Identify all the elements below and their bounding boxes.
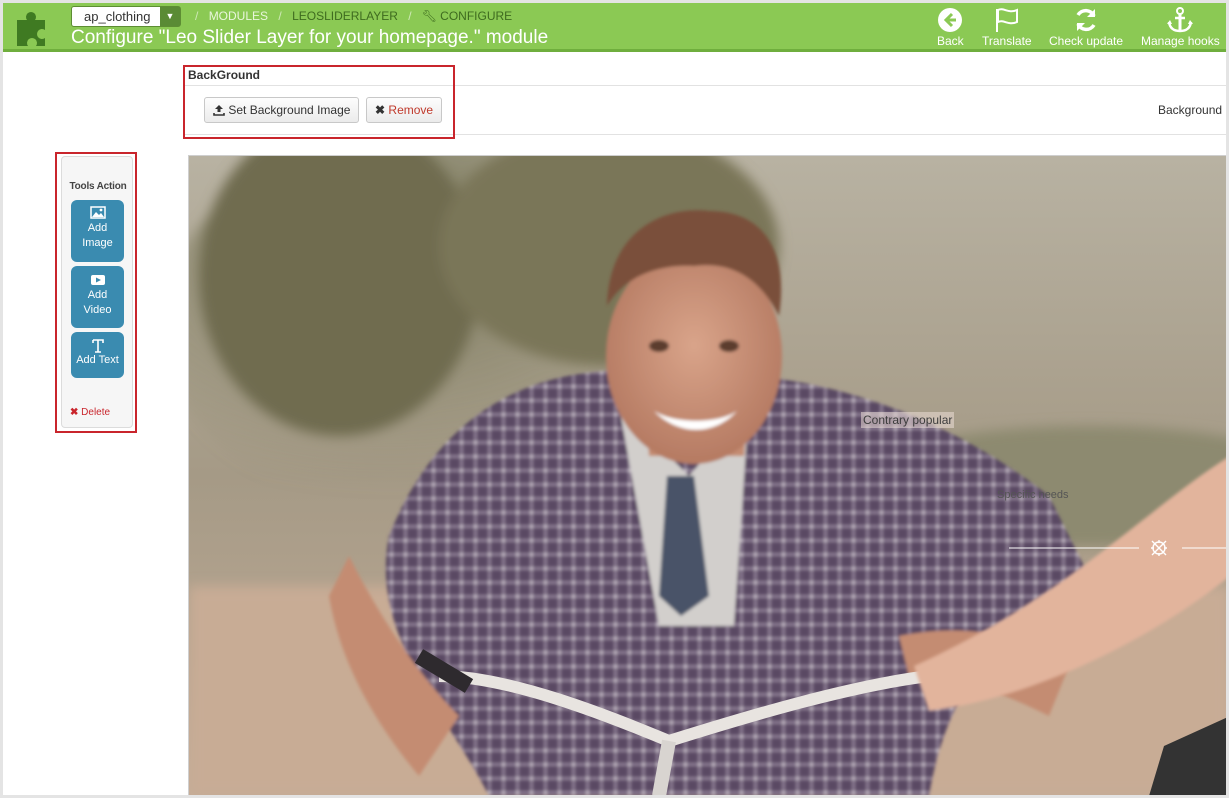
highlight-box-background (183, 65, 455, 139)
chevron-down-icon: ▼ (160, 7, 180, 26)
manage-hooks-button[interactable]: Manage hooks (1141, 7, 1220, 48)
breadcrumb: / MODULES / LEOSLIDERLAYER / 🔧︎ CONFIGURE (195, 9, 513, 23)
breadcrumb-configure: CONFIGURE (440, 9, 513, 23)
page-header: ap_clothing ▼ / MODULES / LEOSLIDERLAYER… (3, 3, 1226, 52)
breadcrumb-module[interactable]: LEOSLIDERLAYER (292, 9, 398, 23)
page-title: Configure "Leo Slider Layer for your hom… (71, 27, 549, 48)
manage-hooks-label: Manage hooks (1141, 34, 1220, 48)
app-window: ap_clothing ▼ / MODULES / LEOSLIDERLAYER… (3, 3, 1226, 795)
highlight-box-tools (55, 152, 137, 433)
translate-label: Translate (982, 34, 1032, 48)
back-arrow-icon (938, 8, 963, 32)
check-update-label: Check update (1049, 34, 1124, 48)
slider-canvas[interactable]: Contrary popular Specific needs (188, 155, 1226, 795)
breadcrumb-modules[interactable]: MODULES (209, 9, 268, 23)
back-button[interactable]: Back (937, 7, 964, 48)
wrench-icon: 🔧︎ (421, 9, 438, 23)
shop-select[interactable]: ap_clothing ▼ (71, 6, 181, 27)
translate-button[interactable]: Translate (982, 7, 1032, 48)
puzzle-logo-icon (17, 12, 45, 46)
shop-select-value: ap_clothing (84, 9, 151, 24)
text-layer[interactable]: Contrary popular (861, 412, 955, 428)
refresh-icon (1076, 8, 1096, 32)
back-label: Back (937, 34, 964, 48)
flag-icon (995, 8, 1018, 32)
text-layer[interactable]: Specific needs (997, 489, 1069, 501)
anchor-icon (1167, 7, 1194, 33)
background-photo (189, 156, 1226, 795)
check-update-button[interactable]: Check update (1049, 7, 1123, 48)
move-handle-icon[interactable] (1150, 539, 1168, 557)
background-options-label: Background (1158, 103, 1223, 117)
